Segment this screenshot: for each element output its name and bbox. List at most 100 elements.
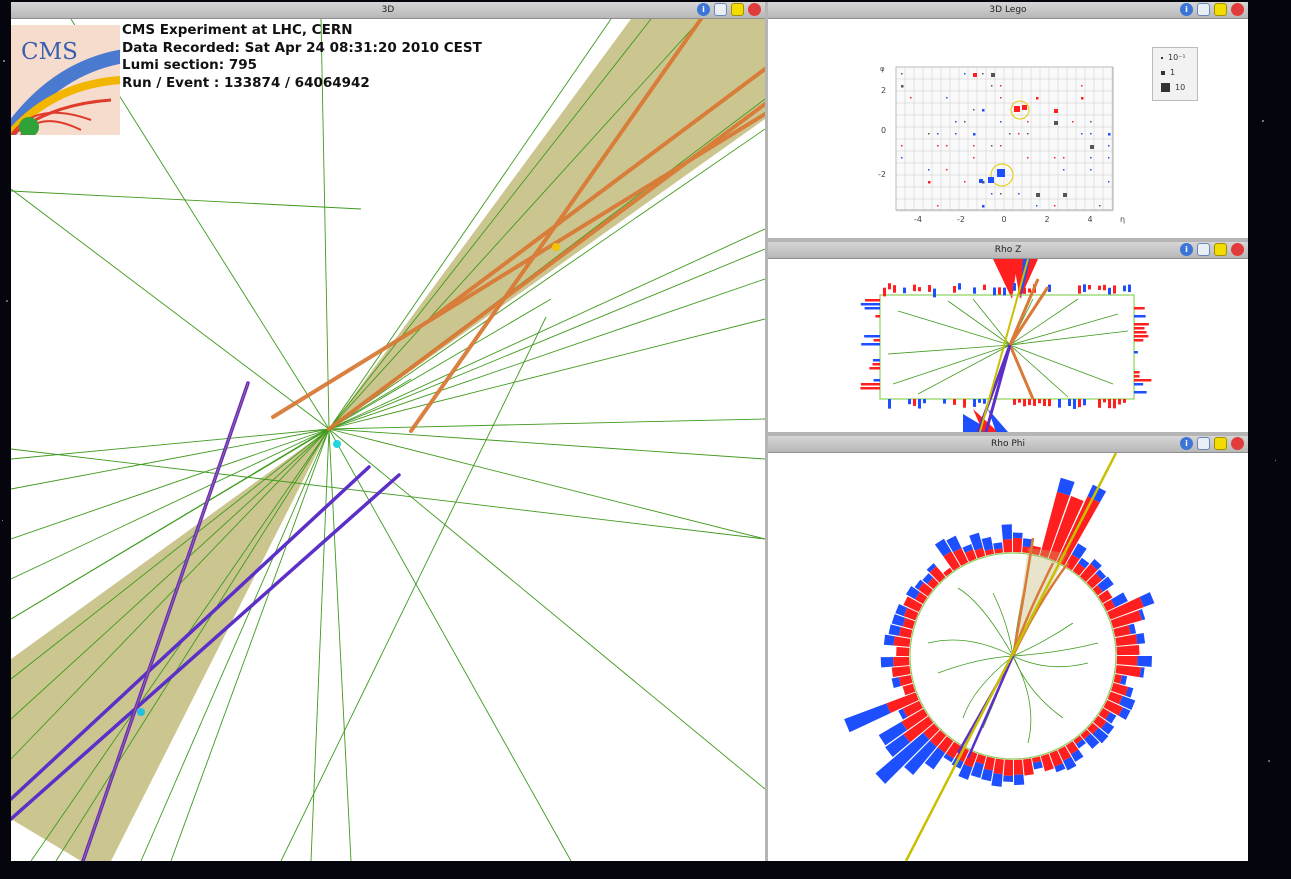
lego-tower: [901, 157, 903, 159]
lego-tower: [982, 109, 985, 112]
legend-large: 10: [1175, 83, 1186, 92]
lego-tower: [991, 85, 993, 87]
cms-logo: CMS: [11, 25, 120, 135]
lego-tower: [1009, 133, 1011, 135]
info-icon[interactable]: i: [697, 3, 710, 16]
lego-tower: [1063, 157, 1065, 159]
lego-tower: [1090, 145, 1094, 149]
lego-tower: [1090, 169, 1092, 171]
lego-tower: [946, 169, 948, 171]
view-lego[interactable]: -4 -2 0 2 4 η φ 2 0 -2 10⁻¹ 1 10: [768, 19, 1248, 238]
lego-tower: [1000, 193, 1002, 195]
lego-xlabel: η: [1120, 215, 1125, 224]
jet-cone-lower: [11, 429, 329, 861]
maximize-icon[interactable]: [1214, 3, 1227, 16]
lego-tower: [1090, 157, 1092, 159]
lego-tower: [1072, 121, 1074, 123]
lego-tower: [1108, 181, 1110, 183]
rhoz-electron: [1008, 278, 1050, 400]
lego-tower: [964, 181, 966, 183]
close-icon[interactable]: [1231, 3, 1244, 16]
lego-tower: [1090, 121, 1092, 123]
lego-tower: [1054, 205, 1056, 207]
maximize-icon[interactable]: [731, 3, 744, 16]
view-3d[interactable]: [11, 19, 765, 861]
close-icon[interactable]: [1231, 243, 1244, 256]
info-icon[interactable]: i: [1180, 437, 1193, 450]
lego-tower: [1108, 133, 1111, 136]
lego-ytop: φ: [880, 65, 885, 73]
lego-tower: [937, 133, 939, 135]
lego-tower: [1000, 145, 1002, 147]
lego-tower: [973, 157, 975, 159]
lego-tower: [1108, 145, 1110, 147]
lego-tower: [991, 193, 993, 195]
maximize-icon[interactable]: [1214, 243, 1227, 256]
experiment-label: CMS Experiment at LHC, CERN: [122, 22, 353, 38]
lego-tower: [1018, 133, 1020, 135]
panel-3d-titlebar[interactable]: 3D i: [11, 2, 765, 19]
lego-tower: [1000, 97, 1002, 99]
lego-tower: [982, 73, 984, 75]
lego-tower: [973, 145, 975, 147]
panel-rhoz-titlebar[interactable]: Rho Z i: [768, 242, 1248, 259]
lego-ytick: -2: [878, 170, 886, 179]
view-rho-z[interactable]: [768, 259, 1248, 432]
lego-tower: [901, 73, 903, 75]
lego-tower: [1027, 157, 1029, 159]
lego-tower: [1108, 157, 1110, 159]
legend-medium: 1: [1170, 68, 1176, 77]
legend-small: 10⁻¹: [1168, 53, 1186, 62]
lego-tower: [955, 133, 957, 135]
close-icon[interactable]: [1231, 437, 1244, 450]
hit-3d: [552, 243, 560, 251]
lego-tower: [1000, 121, 1002, 123]
panel-lego-title: 3D Lego: [989, 5, 1027, 15]
save-image-icon[interactable]: [714, 3, 727, 16]
vertex-3d: [333, 440, 341, 448]
lego-tower: [928, 169, 930, 171]
event-info: CMS Experiment at LHC, CERN Data Recorde…: [122, 22, 482, 92]
save-image-icon[interactable]: [1197, 437, 1210, 450]
run-event-label: Run / Event : 133874 / 64064942: [122, 74, 370, 91]
rho-phi-view[interactable]: [768, 453, 1248, 861]
lego-tower: [1054, 121, 1058, 125]
lego-tower: [982, 205, 985, 208]
panel-rho-phi: Rho Phi i: [768, 436, 1248, 861]
panel-3d: 3D i CMS CMS Experiment at LHC, CERN Dat…: [11, 2, 765, 861]
lego-tower: [1036, 193, 1040, 197]
panel-3d-lego: 3D Lego i -4 -2 0 2 4 η φ 2 0 -2 10⁻¹ 1 …: [768, 2, 1248, 238]
lego-ytick: 2: [881, 86, 886, 95]
panel-lego-titlebar[interactable]: 3D Lego i: [768, 2, 1248, 19]
maximize-icon[interactable]: [1214, 437, 1227, 450]
lego-tower: [1036, 205, 1038, 207]
panel-rhophi-title: Rho Phi: [991, 439, 1025, 449]
lego-tower: [973, 109, 975, 111]
view-rho-phi[interactable]: [768, 453, 1248, 861]
lego-tower: [928, 181, 931, 184]
lego-tower: [901, 85, 904, 88]
lego-tower: [991, 73, 995, 77]
lego-tower: [910, 97, 912, 99]
event-display-3d[interactable]: [11, 19, 765, 861]
lego-tower: [1054, 157, 1056, 159]
lego-tower: [1099, 205, 1101, 207]
lego-ytick: 0: [881, 126, 886, 135]
lego-tower: [901, 145, 903, 147]
info-icon[interactable]: i: [1180, 243, 1193, 256]
save-image-icon[interactable]: [1197, 243, 1210, 256]
rho-z-view[interactable]: [768, 259, 1248, 432]
save-image-icon[interactable]: [1197, 3, 1210, 16]
info-icon[interactable]: i: [1180, 3, 1193, 16]
lego-tower: [1090, 133, 1092, 135]
lego-legend: 10⁻¹ 1 10: [1152, 47, 1198, 101]
lumi-label: Lumi section: 795: [122, 57, 258, 73]
cms-logo-text: CMS: [21, 39, 78, 65]
lego-tower: [1081, 85, 1083, 87]
panel-rhophi-titlebar[interactable]: Rho Phi i: [768, 436, 1248, 453]
close-icon[interactable]: [748, 3, 761, 16]
lego-xtick: -2: [957, 215, 965, 224]
lego-tower: [964, 73, 966, 75]
secondary-vertex-3d: [137, 708, 145, 716]
lego-tower: [1000, 85, 1002, 87]
